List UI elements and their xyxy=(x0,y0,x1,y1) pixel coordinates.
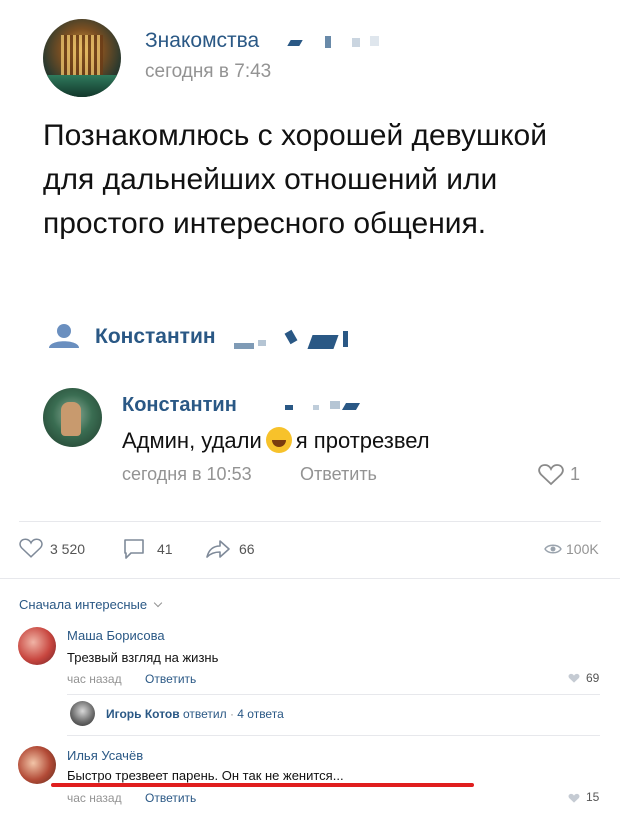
thread-replied-label: ответил xyxy=(182,707,227,721)
redaction-mark xyxy=(284,329,298,345)
group-avatar[interactable] xyxy=(43,19,121,97)
heart-icon[interactable] xyxy=(538,464,564,486)
post-text: Познакомлюсь с хорошей девушкой для даль… xyxy=(43,119,547,240)
redaction-mark xyxy=(352,38,360,47)
commenter-avatar[interactable] xyxy=(18,746,56,784)
comment-time[interactable]: сегодня в 10:53 xyxy=(122,464,252,485)
comment-text: Трезвый взгляд на жизнь xyxy=(67,650,219,665)
comment-text: Админ, удали я протрезвел xyxy=(122,427,430,454)
divider xyxy=(67,694,600,695)
attribution-author[interactable]: Константин xyxy=(95,325,216,349)
chevron-down-icon xyxy=(153,598,163,608)
views-icon xyxy=(544,542,562,556)
highlight-underline xyxy=(51,783,474,787)
divider xyxy=(0,578,620,579)
comment-time[interactable]: час назад xyxy=(67,791,122,805)
sort-dropdown[interactable]: Сначала интересные xyxy=(19,597,163,612)
reply-button[interactable]: Ответить xyxy=(145,791,196,805)
share-count: 66 xyxy=(239,541,255,557)
user-icon xyxy=(47,323,81,349)
commenter-name[interactable]: Константин xyxy=(122,394,237,417)
redaction-mark xyxy=(313,405,319,410)
redaction-mark xyxy=(325,36,331,48)
comment-like-count: 15 xyxy=(586,790,600,804)
commenter-avatar[interactable] xyxy=(18,627,56,665)
views-count: 100K xyxy=(566,541,599,557)
comment-icon[interactable] xyxy=(122,538,146,560)
sort-label: Сначала интересные xyxy=(19,597,148,612)
post-time[interactable]: сегодня в 7:43 xyxy=(145,61,271,83)
comment-like-count: 1 xyxy=(570,464,581,484)
redaction-mark xyxy=(307,335,339,349)
share-icon[interactable] xyxy=(205,538,231,560)
commenter-name[interactable]: Маша Борисова xyxy=(67,628,165,643)
thread-separator: · xyxy=(229,707,234,721)
comment-text-start: Админ, удали xyxy=(122,428,262,453)
heart-icon[interactable] xyxy=(568,793,580,804)
thread-author[interactable]: Игорь Котов xyxy=(106,707,180,721)
like-icon[interactable] xyxy=(19,538,43,559)
rofl-emoji-icon xyxy=(265,427,292,453)
comment-like-count: 69 xyxy=(586,671,600,685)
redaction-mark xyxy=(370,36,379,46)
redaction-mark xyxy=(287,40,303,46)
commenter-avatar[interactable] xyxy=(43,388,102,447)
post-author[interactable]: Знакомства xyxy=(145,29,259,53)
divider xyxy=(67,735,600,736)
redaction-mark xyxy=(343,331,348,347)
comment-text-end: я протрезвел xyxy=(295,428,430,453)
reply-button[interactable]: Ответить xyxy=(300,464,377,485)
comment-count: 41 xyxy=(157,541,173,557)
comment-time[interactable]: час назад xyxy=(67,672,122,686)
redaction-mark xyxy=(341,403,361,410)
thread-count[interactable]: 4 ответа xyxy=(237,707,283,721)
thread-summary[interactable]: Игорь Котов ответил · 4 ответа xyxy=(106,707,284,721)
like-count: 3 520 xyxy=(50,541,86,557)
divider xyxy=(19,521,601,522)
comment-text: Быстро трезвеет парень. Он так не женитс… xyxy=(67,768,344,783)
redaction-mark xyxy=(234,343,254,349)
heart-icon[interactable] xyxy=(568,673,580,684)
redaction-mark xyxy=(330,401,340,409)
thread-avatar[interactable] xyxy=(70,701,95,726)
reply-button[interactable]: Ответить xyxy=(145,672,196,686)
commenter-name[interactable]: Илья Усачёв xyxy=(67,748,143,763)
redaction-mark xyxy=(285,405,293,410)
redaction-mark xyxy=(258,340,266,346)
